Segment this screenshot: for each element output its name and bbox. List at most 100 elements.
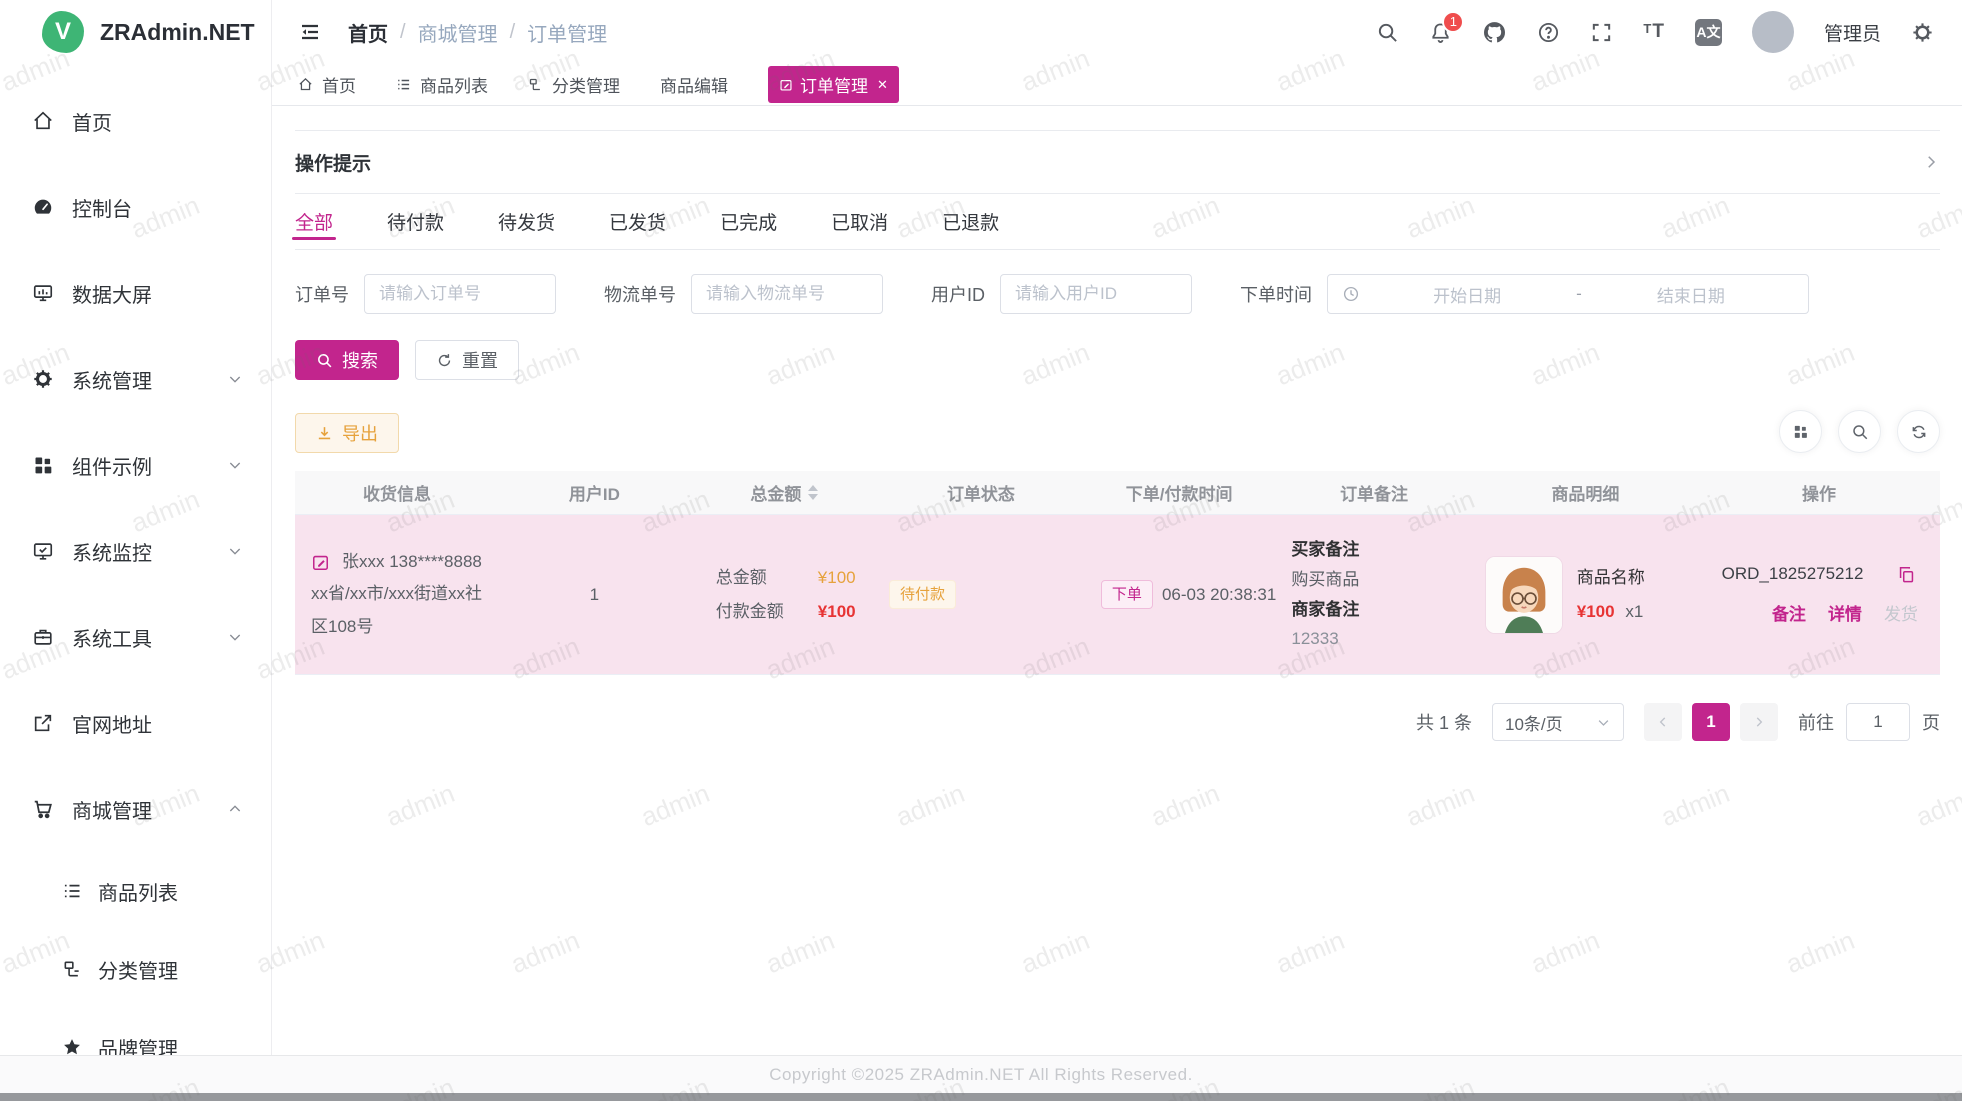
- sidebar-item-mall[interactable]: 商城管理: [0, 766, 271, 852]
- search-button[interactable]: 搜索: [295, 340, 399, 380]
- ship-action-link[interactable]: 发货: [1884, 600, 1918, 625]
- order-status-tabs: 全部 待付款 待发货 已发货 已完成 已取消 已退款: [295, 194, 1940, 250]
- filter-form: 订单号 物流单号 用户ID 下单时间: [295, 274, 1940, 314]
- tab-label: 商品编辑: [660, 72, 728, 97]
- cell-receiver: 张xxx 138****8888 xx省/xx市/xxx街道xx社区108号: [295, 546, 499, 643]
- columns-setting-button[interactable]: [1779, 410, 1822, 453]
- status-tab-all[interactable]: 全部: [295, 194, 333, 249]
- cell-amount: 总金额 ¥100 付款金额 ¥100: [690, 561, 879, 629]
- next-page-button[interactable]: [1740, 703, 1778, 741]
- order-no-input[interactable]: [364, 274, 556, 314]
- close-icon[interactable]: ✕: [877, 77, 888, 93]
- footer: Copyright ©2025 ZRAdmin.NET All Rights R…: [0, 1055, 1962, 1093]
- list-icon: [60, 881, 84, 901]
- user-id-label: 用户ID: [931, 281, 985, 307]
- date-range-picker[interactable]: 开始日期 - 结束日期: [1327, 274, 1809, 314]
- page-size-select[interactable]: 10条/页: [1492, 703, 1624, 741]
- tab-product-list[interactable]: 商品列表: [396, 72, 488, 97]
- notification-bell-icon[interactable]: 1: [1429, 21, 1452, 44]
- sidebar-item-system-mgmt[interactable]: 系统管理: [0, 336, 271, 422]
- edit-receiver-icon[interactable]: [311, 553, 330, 572]
- sidebar-item-label: 分类管理: [98, 955, 178, 984]
- breadcrumb-level1[interactable]: 商城管理: [418, 18, 498, 47]
- translate-icon[interactable]: A文: [1695, 19, 1722, 46]
- avatar[interactable]: [1752, 11, 1794, 53]
- user-id-input[interactable]: [1000, 274, 1192, 314]
- tab-orders-active[interactable]: 订单管理 ✕: [768, 66, 899, 103]
- export-button[interactable]: 导出: [295, 413, 399, 453]
- chevron-down-icon: [1596, 715, 1611, 730]
- category-icon: [528, 77, 543, 92]
- chevron-down-icon: [227, 543, 243, 559]
- sidebar-item-product-list[interactable]: 商品列表: [0, 852, 271, 930]
- user-name[interactable]: 管理员: [1824, 19, 1881, 46]
- detail-action-link[interactable]: 详情: [1828, 600, 1862, 625]
- copyright-text: Copyright ©2025 ZRAdmin.NET All Rights R…: [769, 1065, 1193, 1085]
- sidebar-collapse-icon[interactable]: [298, 20, 322, 44]
- prev-page-button[interactable]: [1644, 703, 1682, 741]
- status-tab-cancelled[interactable]: 已取消: [831, 194, 888, 249]
- dashboard-icon: [30, 196, 56, 218]
- status-tab-pending-payment[interactable]: 待付款: [387, 194, 444, 249]
- date-range-separator: -: [1570, 284, 1588, 304]
- order-no-label: 订单号: [295, 281, 349, 307]
- seller-note: 12333: [1291, 624, 1462, 654]
- github-icon[interactable]: [1482, 20, 1507, 45]
- table-search-button[interactable]: [1838, 410, 1881, 453]
- logo-icon: V: [42, 11, 84, 53]
- status-tab-pending-shipment[interactable]: 待发货: [498, 194, 555, 249]
- product-price: ¥100: [1577, 602, 1615, 621]
- sidebar-item-label: 首页: [72, 107, 112, 136]
- sidebar-item-tools[interactable]: 系统工具: [0, 594, 271, 680]
- monitor-icon: [30, 540, 56, 562]
- search-icon[interactable]: [1376, 21, 1399, 44]
- tab-category[interactable]: 分类管理: [528, 72, 620, 97]
- end-date-placeholder[interactable]: 结束日期: [1588, 282, 1794, 307]
- font-size-icon[interactable]: TT: [1643, 21, 1665, 43]
- tab-product-edit[interactable]: 商品编辑: [660, 72, 728, 97]
- operation-tips-panel[interactable]: 操作提示: [295, 130, 1940, 194]
- breadcrumb-home[interactable]: 首页: [348, 18, 388, 47]
- start-date-placeholder[interactable]: 开始日期: [1364, 282, 1570, 307]
- clock-icon: [1342, 285, 1360, 303]
- page-number-button[interactable]: 1: [1692, 703, 1730, 741]
- logo[interactable]: V ZRAdmin.NET: [0, 0, 271, 64]
- sidebar-item-home[interactable]: 首页: [0, 78, 271, 164]
- sort-caret-icon[interactable]: [808, 485, 818, 500]
- column-header-status: 订单状态: [879, 480, 1083, 505]
- status-badge: 待付款: [889, 580, 956, 610]
- goto-page-input[interactable]: [1846, 703, 1910, 741]
- fullscreen-icon[interactable]: [1590, 21, 1613, 44]
- tracking-no-input[interactable]: [691, 274, 883, 314]
- cart-icon: [30, 798, 56, 820]
- copy-icon[interactable]: [1897, 565, 1916, 584]
- sidebar-item-monitor[interactable]: 系统监控: [0, 508, 271, 594]
- sidebar-item-category[interactable]: 分类管理: [0, 930, 271, 1008]
- help-icon[interactable]: [1537, 21, 1560, 44]
- settings-gear-icon[interactable]: [1911, 21, 1934, 44]
- status-tab-refunded[interactable]: 已退款: [942, 194, 999, 249]
- product-image[interactable]: [1485, 556, 1563, 634]
- external-link-icon: [30, 712, 56, 734]
- reset-button-label: 重置: [462, 347, 498, 373]
- goto-page-unit: 页: [1922, 709, 1940, 735]
- tab-label: 订单管理: [800, 72, 868, 97]
- reset-button[interactable]: 重置: [415, 340, 519, 380]
- receiver-name-phone: 张xxx 138****8888: [342, 546, 482, 578]
- status-tab-shipped[interactable]: 已发货: [609, 194, 666, 249]
- sidebar-item-components[interactable]: 组件示例: [0, 422, 271, 508]
- status-tab-completed[interactable]: 已完成: [720, 194, 777, 249]
- sidebar-item-console[interactable]: 控制台: [0, 164, 271, 250]
- app-root: V ZRAdmin.NET 首页 控制台 数据大屏: [0, 0, 1962, 1101]
- sidebar-item-label: 控制台: [72, 193, 132, 222]
- refresh-button[interactable]: [1897, 410, 1940, 453]
- top-navbar: 首页 / 商城管理 / 订单管理 1: [272, 0, 1962, 64]
- tab-home[interactable]: 首页: [298, 72, 356, 97]
- breadcrumb: 首页 / 商城管理 / 订单管理: [348, 18, 607, 47]
- note-action-link[interactable]: 备注: [1772, 600, 1806, 625]
- sidebar-item-website[interactable]: 官网地址: [0, 680, 271, 766]
- sidebar-item-label: 系统工具: [72, 623, 152, 652]
- breadcrumb-level2: 订单管理: [527, 18, 607, 47]
- table-row[interactable]: 张xxx 138****8888 xx省/xx市/xxx街道xx社区108号 1…: [295, 515, 1940, 675]
- sidebar-item-datascreen[interactable]: 数据大屏: [0, 250, 271, 336]
